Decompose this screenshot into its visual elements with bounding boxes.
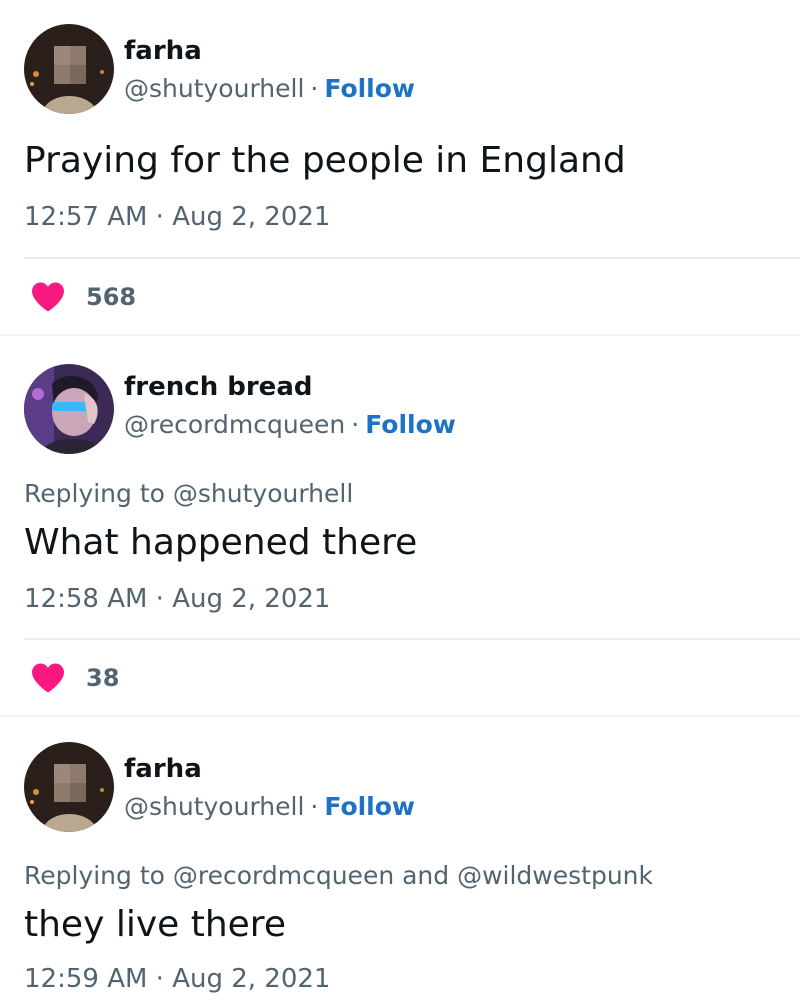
divider [24, 257, 800, 259]
like-row: 38 [30, 662, 119, 694]
avatar[interactable] [24, 364, 114, 454]
like-count: 38 [86, 664, 120, 692]
heart-icon[interactable] [30, 281, 66, 313]
like-row: 568 [30, 281, 136, 313]
timestamp[interactable]: 12:57 AM · Aug 2, 2021 [24, 202, 330, 232]
divider [24, 638, 800, 640]
tweet-2: french bread @recordmcqueen · Follow Reply… [0, 336, 800, 718]
display-name[interactable]: farha [124, 754, 202, 784]
tweet-3: farha @shutyourhell · Follow Replying to @… [0, 718, 800, 1000]
tweet-1: farha @shutyourhell · Follow Praying for t… [0, 0, 800, 336]
avatar[interactable] [24, 742, 114, 832]
tweet-text: they live there [24, 904, 286, 945]
display-name[interactable]: farha [124, 36, 202, 66]
tweet-text: What happened there [24, 522, 418, 563]
replying-to[interactable]: Replying to @shutyourhell [24, 479, 353, 508]
replying-to[interactable]: Replying to @recordmcqueen and @wildwest… [24, 861, 653, 890]
separator: · [310, 792, 319, 821]
display-name[interactable]: french bread [124, 372, 312, 402]
handle[interactable]: @shutyourhell [124, 74, 304, 103]
timestamp[interactable]: 12:58 AM · Aug 2, 2021 [24, 584, 330, 614]
avatar[interactable] [24, 24, 114, 114]
separator: · [351, 410, 360, 439]
follow-button[interactable]: Follow [324, 792, 415, 821]
heart-icon[interactable] [30, 662, 66, 694]
timestamp[interactable]: 12:59 AM · Aug 2, 2021 [24, 964, 330, 994]
handle-row: @recordmcqueen · Follow [124, 410, 456, 439]
follow-button[interactable]: Follow [324, 74, 415, 103]
follow-button[interactable]: Follow [365, 410, 456, 439]
handle-row: @shutyourhell · Follow [124, 792, 415, 821]
like-count: 568 [86, 283, 137, 311]
separator: · [310, 74, 319, 103]
handle[interactable]: @shutyourhell [124, 792, 304, 821]
handle[interactable]: @recordmcqueen [124, 410, 345, 439]
handle-row: @shutyourhell · Follow [124, 74, 415, 103]
tweet-text: Praying for the people in England [24, 140, 626, 181]
tweet-divider [0, 715, 800, 717]
